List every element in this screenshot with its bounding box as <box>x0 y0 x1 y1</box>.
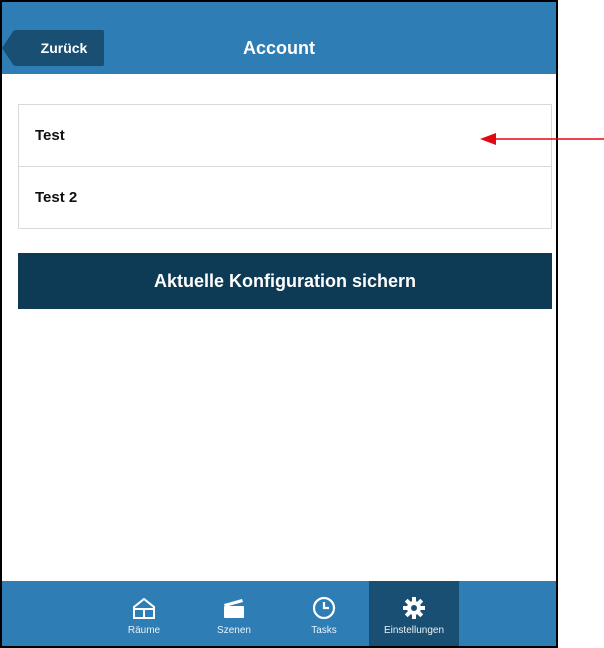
account-item-label: Test <box>35 127 65 144</box>
clapperboard-icon <box>224 599 244 618</box>
tab-label: Einstellungen <box>383 625 445 636</box>
save-configuration-label: Aktuelle Konfiguration sichern <box>153 270 417 291</box>
tab-label: Räume <box>127 625 161 636</box>
app-frame: Zurück Account Test Test 2 Aktuelle Konf… <box>0 0 558 648</box>
account-item-1[interactable]: Test <box>19 105 551 166</box>
page-title: Account <box>243 37 315 58</box>
tab-raeume[interactable]: Räume <box>99 581 189 646</box>
tab-bar: Räume Szenen Tasks Einstellungen <box>2 581 556 646</box>
save-configuration-button[interactable]: Aktuelle Konfiguration sichern <box>18 253 552 309</box>
account-item-label: Test 2 <box>35 189 78 206</box>
annotation-arrow <box>480 133 604 145</box>
tab-label: Tasks <box>311 625 337 636</box>
tab-tasks[interactable]: Tasks <box>279 581 369 646</box>
account-item-2[interactable]: Test 2 <box>19 166 551 228</box>
tab-einstellungen[interactable]: Einstellungen <box>369 581 459 646</box>
house-icon <box>133 597 155 619</box>
settings-icon <box>403 597 425 619</box>
tab-label: Szenen <box>217 625 251 636</box>
account-list: Test Test 2 <box>18 104 552 229</box>
clock-icon <box>312 596 336 620</box>
tab-szenen[interactable]: Szenen <box>189 581 279 646</box>
header-bar: Zurück Account <box>2 2 556 74</box>
